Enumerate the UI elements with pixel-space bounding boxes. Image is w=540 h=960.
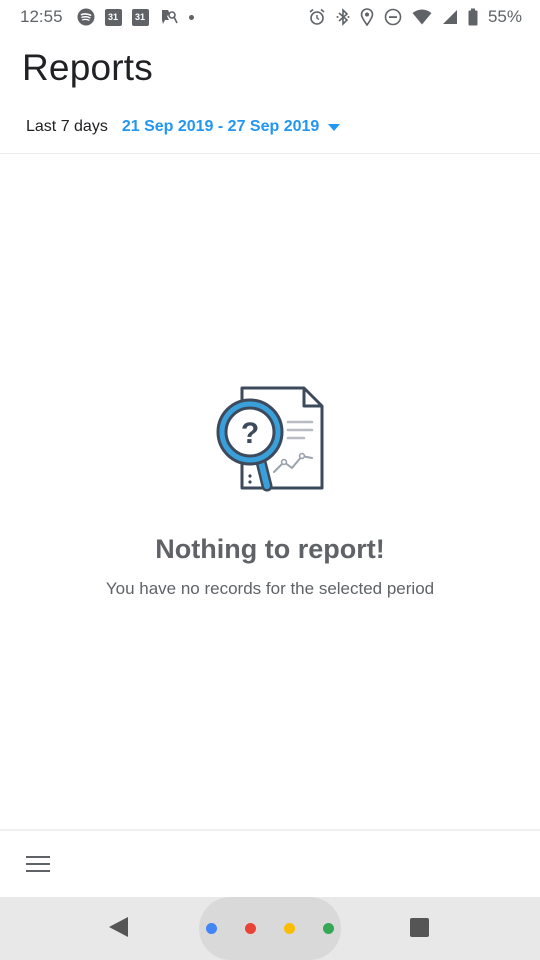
menu-line	[26, 856, 50, 858]
calendar-icon: 31	[104, 8, 122, 26]
svg-text:?: ?	[241, 417, 259, 450]
date-range-text: 21 Sep 2019 - 27 Sep 2019	[121, 118, 320, 135]
battery-icon	[468, 8, 478, 26]
assistant-dot-yellow	[284, 923, 295, 934]
bottom-bar-divider	[0, 829, 540, 831]
recents-square-icon[interactable]	[410, 918, 429, 937]
page-title: Reports	[22, 47, 153, 88]
hangouts-icon	[159, 8, 179, 26]
status-bar: 12:55 31 31 55%	[0, 0, 540, 34]
assistant-dot-red	[245, 923, 256, 934]
wifi-icon	[412, 9, 432, 25]
system-nav-bar	[0, 897, 540, 960]
do-not-disturb-icon	[384, 8, 402, 26]
menu-line	[26, 863, 50, 865]
hamburger-menu-icon[interactable]	[26, 850, 58, 878]
date-range-dropdown[interactable]: 21 Sep 2019 - 27 Sep 2019	[121, 118, 341, 136]
period-label: Last 7 days	[26, 118, 108, 135]
assistant-home-icon[interactable]	[199, 897, 341, 960]
battery-percent: 55%	[487, 7, 522, 26]
status-right: 55%	[308, 7, 522, 27]
empty-state-title: Nothing to report!	[155, 534, 385, 564]
status-left: 12:55 31 31	[20, 7, 194, 27]
assistant-dot-blue	[206, 923, 217, 934]
chevron-down-icon	[328, 123, 341, 131]
assistant-dot-green	[323, 923, 334, 934]
location-icon	[360, 8, 374, 26]
reports-screen: 12:55 31 31 55% Reports Last 7 days 21 S…	[0, 0, 540, 960]
menu-line	[26, 870, 50, 872]
alarm-icon	[308, 8, 326, 26]
report-search-icon: ?	[212, 384, 328, 504]
notification-dot-icon	[188, 14, 194, 20]
period-selector: Last 7 days 21 Sep 2019 - 27 Sep 2019	[26, 112, 341, 142]
empty-state-subtitle: You have no records for the selected per…	[105, 579, 435, 598]
calendar-icon: 31	[131, 8, 149, 26]
back-triangle-icon[interactable]	[109, 917, 128, 937]
signal-icon	[442, 9, 458, 25]
header-divider	[0, 153, 540, 154]
status-time: 12:55	[20, 7, 63, 26]
spotify-icon	[77, 8, 95, 26]
bluetooth-icon	[336, 8, 350, 26]
